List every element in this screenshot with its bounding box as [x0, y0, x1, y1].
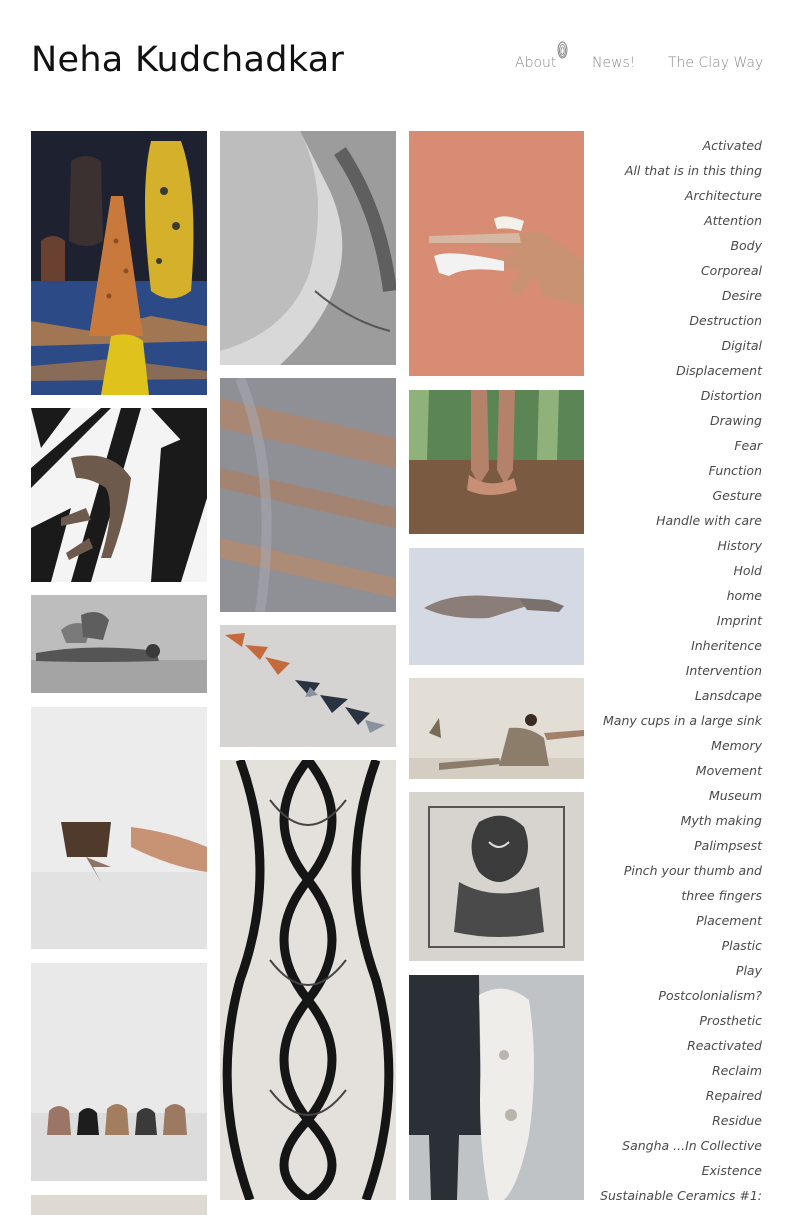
legs-cactus-image [409, 390, 584, 534]
white-coral-image [409, 975, 584, 1200]
tag-handle-with-care[interactable]: Handle with care [572, 508, 762, 533]
gallery-tile-museum-vessels[interactable] [31, 131, 207, 395]
dancer-image [409, 678, 584, 779]
tag-movement[interactable]: Movement [572, 758, 762, 783]
lying-figure-image [31, 595, 207, 693]
gallery-tile-clay-form[interactable] [409, 548, 584, 665]
gallery-tile-lying-figure[interactable] [31, 595, 207, 693]
tag-corporeal[interactable]: Corporeal [572, 258, 762, 283]
gallery-tile-clay-ground[interactable] [220, 378, 396, 612]
shards-image [220, 625, 396, 747]
tag-destruction[interactable]: Destruction [572, 308, 762, 333]
tag-function[interactable]: Function [572, 458, 762, 483]
gallery-tile-shards[interactable] [220, 625, 396, 747]
nav-about[interactable]: About [515, 55, 556, 71]
tag-play[interactable]: Play [572, 958, 762, 983]
nav-news[interactable]: News! [592, 55, 635, 71]
gallery-tile-antler-shadow[interactable] [31, 408, 207, 582]
tag-placement[interactable]: Placement [572, 908, 762, 933]
tag-fear[interactable]: Fear [572, 433, 762, 458]
tag-distortion[interactable]: Distortion [572, 383, 762, 408]
tag-prosthetic[interactable]: Prosthetic [572, 1008, 762, 1033]
partial-image [31, 1195, 207, 1215]
tag-pinch-your-thumb-and[interactable]: Pinch your thumb and [572, 858, 762, 883]
tag-palimpsest[interactable]: Palimpsest [572, 833, 762, 858]
tag-sustainable-ceramics-1[interactable]: Sustainable Ceramics #1: [572, 1183, 762, 1208]
gallery-tile-charcoal-drawing[interactable] [409, 792, 584, 961]
tag-sangha-in-collective[interactable]: Sangha ...In Collective [572, 1133, 762, 1158]
tag-drawing[interactable]: Drawing [572, 408, 762, 433]
tag-memory[interactable]: Memory [572, 733, 762, 758]
tag-activated[interactable]: Activated [572, 133, 762, 158]
clay-ground-image [220, 378, 396, 612]
tag-existence[interactable]: Existence [572, 1158, 762, 1183]
hand-prosthetic-image [409, 131, 584, 376]
gallery-tile-hand-cup[interactable] [31, 707, 207, 949]
tag-many-cups-in-a-large-sink[interactable]: Many cups in a large sink [572, 708, 762, 733]
tag-list: Activated All that is in this thing Arch… [572, 133, 762, 1208]
tag-reactivated[interactable]: Reactivated [572, 1033, 762, 1058]
tag-postcolonialism[interactable]: Postcolonialism? [572, 983, 762, 1008]
tag-museum[interactable]: Museum [572, 783, 762, 808]
skin-closeup-image [220, 131, 396, 365]
gallery-tile-partial[interactable] [31, 1195, 207, 1215]
tag-desire[interactable]: Desire [572, 283, 762, 308]
tag-reclaim[interactable]: Reclaim [572, 1058, 762, 1083]
gallery-tile-skin-closeup[interactable] [220, 131, 396, 365]
tag-intervention[interactable]: Intervention [572, 658, 762, 683]
tag-three-fingers[interactable]: three fingers [572, 883, 762, 908]
tag-all-that-is-in-this-thing[interactable]: All that is in this thing [572, 158, 762, 183]
charcoal-drawing-image [409, 792, 584, 961]
tag-imprint[interactable]: Imprint [572, 608, 762, 633]
tag-hold[interactable]: Hold [572, 558, 762, 583]
tag-digital[interactable]: Digital [572, 333, 762, 358]
tag-architecture[interactable]: Architecture [572, 183, 762, 208]
tag-residue[interactable]: Residue [572, 1108, 762, 1133]
gallery-tile-legs-cactus[interactable] [409, 390, 584, 534]
museum-vessels-image [31, 131, 207, 395]
gallery-tile-dancer[interactable] [409, 678, 584, 779]
tag-gesture[interactable]: Gesture [572, 483, 762, 508]
nav-the-clay-way[interactable]: The Clay Way [668, 55, 763, 71]
tag-myth-making[interactable]: Myth making [572, 808, 762, 833]
tag-inheritence[interactable]: Inheritence [572, 633, 762, 658]
gallery-tile-hand-prosthetic[interactable] [409, 131, 584, 376]
tag-body[interactable]: Body [572, 233, 762, 258]
tag-displacement[interactable]: Displacement [572, 358, 762, 383]
tag-plastic[interactable]: Plastic [572, 933, 762, 958]
tag-history[interactable]: History [572, 533, 762, 558]
tag-attention[interactable]: Attention [572, 208, 762, 233]
tag-lansdcape[interactable]: Lansdcape [572, 683, 762, 708]
clay-form-image [409, 548, 584, 665]
gallery-tile-ink-symmetry[interactable] [220, 760, 396, 1200]
site-title[interactable]: Neha Kudchadkar [31, 40, 344, 80]
hand-cup-image [31, 707, 207, 949]
fingerprint-icon [557, 41, 568, 59]
ink-symmetry-image [220, 760, 396, 1200]
gallery-tile-white-coral[interactable] [409, 975, 584, 1200]
tag-repaired[interactable]: Repaired [572, 1083, 762, 1108]
tag-home[interactable]: home [572, 583, 762, 608]
weights-image [31, 963, 207, 1181]
antler-shadow-image [31, 408, 207, 582]
gallery-tile-weights[interactable] [31, 963, 207, 1181]
